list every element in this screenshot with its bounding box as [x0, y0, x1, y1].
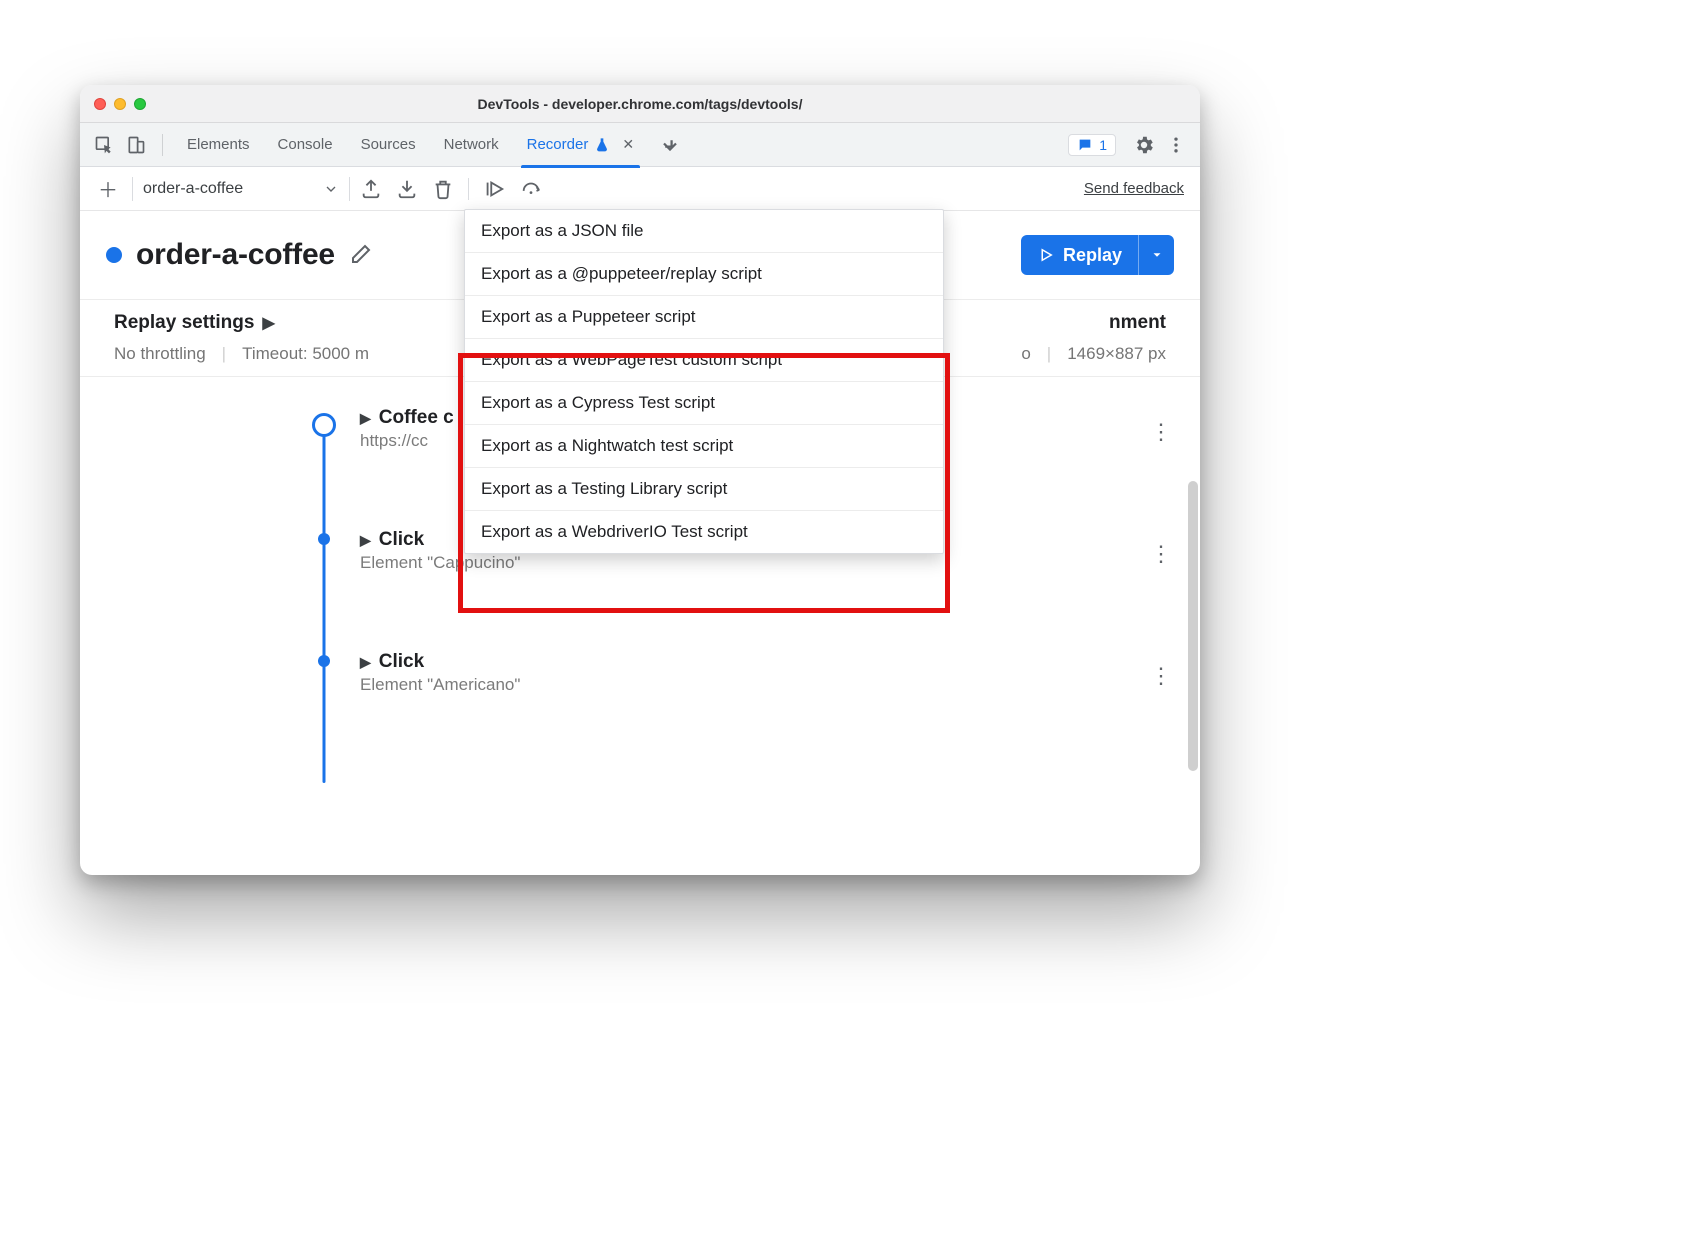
- tab-recorder[interactable]: Recorder ✕: [515, 123, 646, 167]
- step-row[interactable]: ▶Click Element "Americano" ⋮: [324, 651, 1166, 743]
- recording-selector-label: order-a-coffee: [143, 180, 243, 198]
- send-feedback-link[interactable]: Send feedback: [1084, 180, 1184, 197]
- replay-button-label: Replay: [1063, 245, 1122, 266]
- tab-label: Sources: [361, 136, 416, 153]
- devtools-tabs: Elements Console Sources Network Recorde…: [80, 123, 1200, 167]
- step-more-icon[interactable]: ⋮: [1150, 541, 1172, 567]
- expand-icon[interactable]: ▶: [360, 532, 371, 549]
- issues-badge[interactable]: 1: [1068, 134, 1116, 156]
- import-icon[interactable]: [396, 178, 418, 200]
- caret-down-icon: [1150, 248, 1164, 262]
- menu-item-label: Export as a Nightwatch test script: [481, 436, 733, 455]
- tab-label: Elements: [187, 136, 250, 153]
- tab-console[interactable]: Console: [266, 123, 345, 167]
- settings-gear-icon[interactable]: [1130, 131, 1158, 159]
- close-tab-icon[interactable]: ✕: [622, 136, 634, 153]
- step-more-icon[interactable]: ⋮: [1150, 419, 1172, 445]
- titlebar: DevTools - developer.chrome.com/tags/dev…: [80, 85, 1200, 123]
- tab-elements[interactable]: Elements: [175, 123, 262, 167]
- step-title: Click: [379, 651, 424, 673]
- replay-button[interactable]: Replay: [1021, 235, 1174, 275]
- recording-selector[interactable]: order-a-coffee: [143, 180, 339, 198]
- inspect-element-icon[interactable]: [90, 131, 118, 159]
- step-over-icon[interactable]: [519, 178, 541, 200]
- export-menu-item[interactable]: Export as a JSON file: [465, 210, 943, 253]
- export-menu-item[interactable]: Export as a WebdriverIO Test script: [465, 511, 943, 553]
- chevron-right-icon: ▶: [262, 313, 274, 333]
- tab-network[interactable]: Network: [432, 123, 511, 167]
- step-subtitle: Element "Americano": [360, 675, 1166, 695]
- export-menu-item[interactable]: Export as a Cypress Test script: [465, 382, 943, 425]
- export-menu-item[interactable]: Export as a Testing Library script: [465, 468, 943, 511]
- selector-hint-fragment: o: [1021, 344, 1030, 364]
- timeout-value: Timeout: 5000 m: [242, 344, 369, 364]
- window-title: DevTools - developer.chrome.com/tags/dev…: [80, 96, 1200, 112]
- more-tabs-icon[interactable]: [656, 131, 684, 159]
- tab-sources[interactable]: Sources: [349, 123, 428, 167]
- new-recording-button[interactable]: ＋: [94, 174, 122, 203]
- tab-label: Console: [278, 136, 333, 153]
- step-more-icon[interactable]: ⋮: [1150, 663, 1172, 689]
- menu-item-label: Export as a WebdriverIO Test script: [481, 522, 748, 541]
- edit-title-icon[interactable]: [349, 242, 375, 268]
- step-title: Click: [379, 529, 424, 551]
- separator: [132, 177, 133, 201]
- expand-icon[interactable]: ▶: [360, 410, 371, 427]
- tab-label: Recorder: [527, 136, 589, 153]
- replay-dropdown-button[interactable]: [1138, 235, 1174, 275]
- separator: [468, 178, 469, 200]
- environment-heading-fragment: nment: [1109, 312, 1166, 334]
- experiment-flask-icon: [594, 137, 610, 153]
- expand-icon[interactable]: ▶: [360, 654, 371, 671]
- replay-settings-toggle[interactable]: Replay settings ▶: [114, 312, 275, 334]
- separator: |: [1047, 344, 1051, 364]
- separator: [162, 134, 163, 156]
- viewport-value: 1469×887 px: [1067, 344, 1166, 364]
- replay-settings-label: Replay settings: [114, 312, 254, 334]
- play-icon: [1037, 246, 1055, 264]
- devtools-window: DevTools - developer.chrome.com/tags/dev…: [80, 85, 1200, 875]
- delete-icon[interactable]: [432, 178, 454, 200]
- recorder-toolbar: ＋ order-a-coffee: [80, 167, 1200, 211]
- step-title: Coffee c: [379, 407, 454, 429]
- tab-label: Network: [444, 136, 499, 153]
- menu-item-label: Export as a WebPageTest custom script: [481, 350, 782, 369]
- recording-status-dot: [106, 247, 122, 263]
- export-menu-item[interactable]: Export as a Nightwatch test script: [465, 425, 943, 468]
- recording-title: order-a-coffee: [136, 238, 335, 272]
- export-menu-item[interactable]: Export as a Puppeteer script: [465, 296, 943, 339]
- menu-item-label: Export as a Puppeteer script: [481, 307, 696, 326]
- export-menu: Export as a JSON file Export as a @puppe…: [464, 209, 944, 554]
- menu-item-label: Export as a @puppeteer/replay script: [481, 264, 762, 283]
- export-menu-item[interactable]: Export as a @puppeteer/replay script: [465, 253, 943, 296]
- menu-item-label: Export as a Testing Library script: [481, 479, 727, 498]
- scrollbar[interactable]: [1188, 481, 1198, 771]
- menu-item-label: Export as a Cypress Test script: [481, 393, 715, 412]
- separator: [349, 177, 350, 201]
- issues-count: 1: [1099, 137, 1107, 153]
- menu-item-label: Export as a JSON file: [481, 221, 644, 240]
- export-icon[interactable]: [360, 178, 382, 200]
- export-menu-item[interactable]: Export as a WebPageTest custom script: [465, 339, 943, 382]
- chevron-down-icon: [323, 181, 339, 197]
- device-toolbar-icon[interactable]: [122, 131, 150, 159]
- throttling-value: No throttling: [114, 344, 206, 364]
- step-continue-icon[interactable]: [483, 178, 505, 200]
- separator: |: [222, 344, 226, 364]
- kebab-menu-icon[interactable]: [1162, 131, 1190, 159]
- issues-icon: [1077, 137, 1093, 153]
- step-subtitle: Element "Cappucino": [360, 553, 1166, 573]
